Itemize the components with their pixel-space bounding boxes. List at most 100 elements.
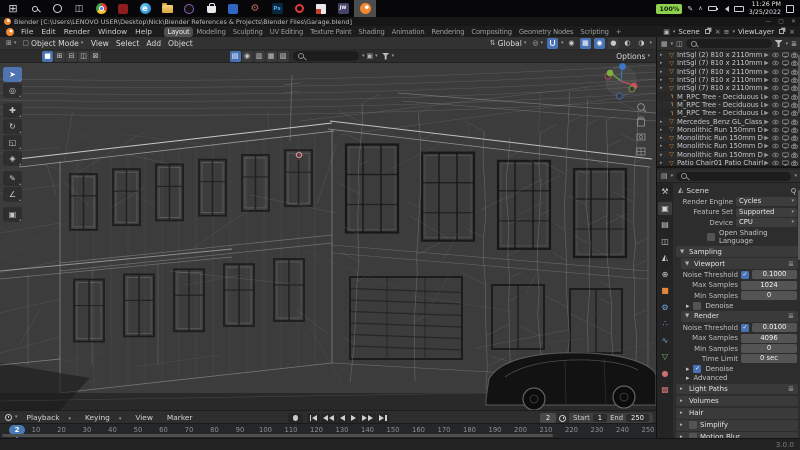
viewport-menu-add[interactable]: Add [143,39,165,48]
properties-tab-view-layer[interactable]: ◫ [658,235,672,248]
properties-tab-material[interactable]: ● [658,367,672,380]
disable-viewport-icon[interactable] [782,60,789,66]
viewlayer-name[interactable]: ViewLayer [738,28,774,36]
workspace-tab-rendering[interactable]: Rendering [428,27,468,37]
show-gizmos-toggle[interactable]: ▦ [580,38,591,49]
current-frame-field[interactable]: 2 [540,413,556,423]
disable-render-icon[interactable] [791,60,798,66]
minimize-button[interactable]: — [765,18,771,25]
properties-tab-scene[interactable]: ◭ [658,251,672,264]
selectable-icon[interactable] [763,160,770,166]
disable-viewport-icon[interactable] [782,94,789,100]
menu-render[interactable]: Render [60,27,94,36]
hide-viewport-icon[interactable] [772,135,779,141]
object-name[interactable]: IntSgl (7) 810 x 2110mm [ [677,68,763,76]
tool-cursor[interactable]: ◎ [3,83,22,98]
pin-icon[interactable] [791,188,796,193]
disable-viewport-icon[interactable] [782,135,789,141]
object-name[interactable]: M_RPC Tree - Deciduous Lor [677,101,763,109]
value-field[interactable]: 0 [741,291,797,300]
disable-render-icon[interactable] [791,52,798,58]
keyboard-icon[interactable] [734,6,744,12]
outliner-item[interactable]: ▸▽IntSgl (7) 810 x 2110mm [ [657,76,800,84]
transport-next-keyframe-button[interactable] [360,413,376,423]
transport-jump-to-end-button[interactable] [377,413,390,423]
viewport-menu-select[interactable]: Select [112,39,142,48]
perspective-toggle-icon[interactable] [637,148,645,155]
disable-viewport-icon[interactable] [782,69,789,75]
properties-tab-particles[interactable]: ∴ [658,317,672,330]
disable-viewport-icon[interactable] [782,110,789,116]
disable-render-icon[interactable] [791,143,798,149]
new-scene-icon[interactable] [705,29,710,34]
workspace-tab-geometry-nodes[interactable]: Geometry Nodes [515,27,577,37]
menu-window[interactable]: Window [94,27,131,36]
workspace-tab-sculpting[interactable]: Sculpting [229,27,266,37]
menu-edit[interactable]: Edit [37,27,59,36]
taskbar-app-excel[interactable] [310,0,332,17]
hide-viewport-icon[interactable] [772,52,779,58]
hide-viewport-icon[interactable] [772,110,779,116]
outliner-item[interactable]: ▸▽IntSgl (7) 810 x 2110mm [ [657,68,800,76]
workspace-tab-compositing[interactable]: Compositing [468,27,515,37]
transform-orientation[interactable]: ⇅Global▾ [488,39,529,48]
disable-render-icon[interactable] [791,135,798,141]
outliner-filter-icon[interactable] [775,40,783,47]
properties-tab-physics[interactable]: ∿ [658,334,672,347]
disable-viewport-icon[interactable] [782,102,789,108]
tool-add-cube[interactable]: ▣ [3,207,22,222]
hide-viewport-icon[interactable] [772,77,779,83]
object-name[interactable]: Patio Chair01 Patio Chair01 [677,159,763,167]
hide-viewport-icon[interactable] [772,119,779,125]
hide-viewport-icon[interactable] [772,85,779,91]
selectable-icon[interactable] [763,152,770,158]
start-frame-field[interactable]: 1 [593,414,607,422]
outliner-item[interactable]: ▸▽IntSgl (7) 810 x 2110mm [ [657,84,800,92]
taskbar-app-search[interactable] [24,0,46,17]
speaker-icon[interactable] [722,6,729,12]
snap-target-button[interactable]: ◎▾ [530,39,545,47]
workspace-tab-texture-paint[interactable]: Texture Paint [307,27,355,37]
disable-render-icon[interactable] [791,152,798,158]
disable-viewport-icon[interactable] [782,160,789,166]
object-name[interactable]: Monolithic Run 150mm Dep [677,134,763,142]
expand-icon[interactable]: ▸ [660,127,667,133]
selectable-icon[interactable] [763,102,770,108]
select-mode-subtract-icon[interactable]: ⊟ [66,51,77,62]
timeline-menu-marker[interactable]: Marker [160,413,200,422]
collapsed-subpanel-denoise[interactable]: ▸✓Denoise [680,365,797,373]
zoom-icon[interactable] [638,104,646,112]
selectable-icon[interactable] [763,110,770,116]
tool-transform[interactable]: ◈ [3,151,22,166]
taskbar-app-cortana[interactable] [46,0,68,17]
properties-tab-tool[interactable]: ⚒ [658,185,672,198]
close-button[interactable]: ✕ [791,18,796,25]
transport-play-reverse-button[interactable] [338,413,348,423]
selectable-icon[interactable] [763,127,770,133]
preview-range-icon[interactable] [559,415,566,422]
menu-help[interactable]: Help [131,27,156,36]
taskbar-app-opera[interactable] [288,0,310,17]
workspace-tab-shading[interactable]: Shading [355,27,388,37]
collection-filter-button[interactable]: ▣▾ [365,52,380,60]
object-name[interactable]: Monolithic Run 150mm Dep [677,142,763,150]
outliner-item[interactable]: ▸▽Monolithic Run 150mm Dep [657,134,800,142]
timeline-menu-view[interactable]: View [128,413,160,422]
taskbar-app-media-player[interactable] [178,0,200,17]
properties-tab-world[interactable]: ⊕ [658,268,672,281]
tool-annotate[interactable]: ✎ [3,171,22,186]
value-field[interactable]: 4096 [741,334,797,343]
value-field[interactable]: 0 [741,344,797,353]
tool-scale[interactable]: ◱ [3,135,22,150]
auto-keying-record-button[interactable] [288,413,303,423]
select-mode-intersect-icon[interactable]: ⊠ [90,51,101,62]
properties-tab-render[interactable]: ▣ [658,202,672,215]
expand-icon[interactable]: ▸ [660,143,667,149]
blender-menu-icon[interactable] [6,28,14,36]
taskbar-app-photoshop[interactable]: Ps [266,0,288,17]
disable-viewport-icon[interactable] [782,85,789,91]
checkbox[interactable]: ✓ [741,271,749,279]
timeline-scrollbar[interactable] [2,434,553,438]
transport-previous-keyframe-button[interactable] [321,413,337,423]
taskbar-app-app-blue[interactable] [222,0,244,17]
